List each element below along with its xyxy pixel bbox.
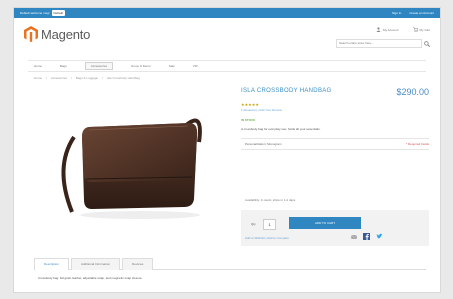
top-bar: Default welcome msg! Default Sign In Cre… <box>14 8 440 18</box>
welcome-text: Default welcome msg! <box>20 11 50 15</box>
stock-status: IN STOCK <box>241 118 256 122</box>
facebook-icon[interactable] <box>363 233 370 240</box>
short-description: A crossbody bag for everyday use; holds … <box>241 127 321 131</box>
search-area <box>336 39 430 48</box>
breadcrumb: Home / Accessories / Bags & Luggage / Isla … <box>34 76 140 80</box>
account-links: Sign In Create an Account <box>392 8 434 18</box>
breadcrumb-separator: / <box>46 76 47 80</box>
email-icon[interactable] <box>351 234 357 240</box>
share-icons <box>351 233 383 240</box>
breadcrumb-home[interactable]: Home <box>34 76 42 80</box>
logo[interactable]: Magento <box>24 26 90 42</box>
tab-description[interactable]: Description <box>34 258 70 270</box>
nav-item-sale[interactable]: Sale <box>169 64 175 68</box>
welcome-area: Default welcome msg! Default <box>20 8 66 18</box>
reviews-link[interactable]: 1 Review(s) | Add Your Review <box>241 108 282 112</box>
wishlist-compare-links[interactable]: Add to Wishlist | Add to Compare <box>245 236 289 240</box>
personalization-option[interactable]: Personalization: Monogram <box>245 142 282 146</box>
qty-input[interactable]: 1 <box>263 219 276 230</box>
register-link[interactable]: Create an Account <box>409 8 434 18</box>
search-icon[interactable] <box>424 40 430 47</box>
availability-note: Availability: In stock, ships in 1-2 day… <box>245 198 296 202</box>
my-account-label: My Account <box>382 27 399 32</box>
required-note: * Required Fields <box>405 142 429 146</box>
nav-item-home-decor[interactable]: Home & Decor <box>131 64 151 68</box>
nav-item-accessories[interactable]: Accessories <box>84 62 114 70</box>
cart-label: My Cart <box>419 27 431 32</box>
main-nav: Home Bags Accessories Home & Decor Sale … <box>28 60 426 72</box>
handbag-image <box>61 118 202 219</box>
cart-icon <box>412 27 418 32</box>
add-to-cart-button[interactable]: ADD TO CART <box>289 217 361 229</box>
product-image[interactable] <box>34 87 229 227</box>
breadcrumb-bags[interactable]: Bags & Luggage <box>76 76 98 80</box>
breadcrumb-separator: / <box>71 76 72 80</box>
rating-stars: ★★★★★ <box>241 102 259 107</box>
cart-link[interactable]: My Cart <box>412 27 431 32</box>
magento-logo-icon <box>24 26 38 42</box>
my-account-link[interactable]: My Account <box>376 27 399 32</box>
search-input[interactable] <box>336 39 422 48</box>
breadcrumb-current: Isla Crossbody Handbag <box>106 76 140 80</box>
sign-in-link[interactable]: Sign In <box>392 8 401 18</box>
breadcrumb-separator: / <box>102 76 103 80</box>
qty-label: Qty <box>251 222 256 226</box>
twitter-icon[interactable] <box>376 233 383 240</box>
nav-item-bags[interactable]: Bags <box>60 64 67 68</box>
product-page: Default welcome msg! Default Sign In Cre… <box>13 7 441 293</box>
logo-text: Magento <box>41 26 91 42</box>
product-title: ISLA CROSSBODY HANDBAG <box>241 88 332 94</box>
add-to-cart-box: Qty 1 ADD TO CART Add to Wishlist | Add … <box>241 210 429 246</box>
tab-additional-information[interactable]: Additional Information <box>71 258 121 270</box>
breadcrumb-accessories[interactable]: Accessories <box>51 76 67 80</box>
nav-item-vip[interactable]: VIP <box>193 64 198 68</box>
divider <box>241 138 429 139</box>
product-tabs: Description Additional Information Revie… <box>34 258 426 270</box>
divider <box>241 149 429 150</box>
header-links: My Account My Cart <box>376 27 430 32</box>
product-price: $290.00 <box>396 87 429 97</box>
nav-item-home[interactable]: Home <box>34 64 42 68</box>
user-icon <box>376 27 381 32</box>
tab-content: Crossbody bag: full-grain leather, adjus… <box>38 276 143 280</box>
tab-reviews[interactable]: Reviews <box>122 258 154 270</box>
store-switcher[interactable]: Default <box>51 10 66 16</box>
